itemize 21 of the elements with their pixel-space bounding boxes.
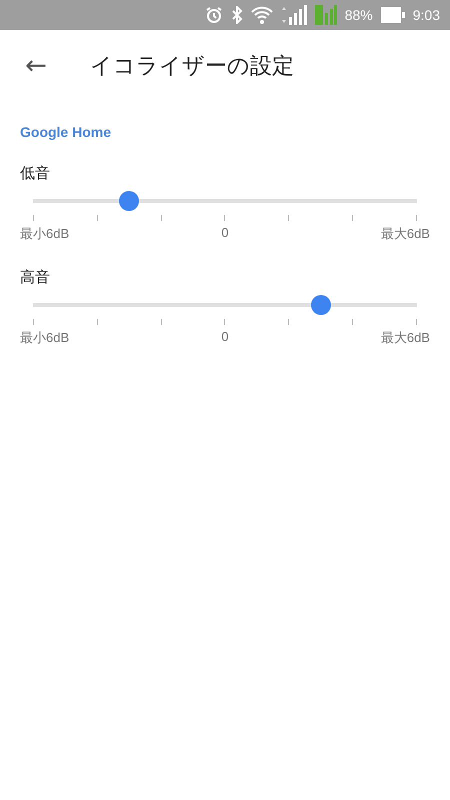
- slider-thumb[interactable]: [119, 191, 139, 211]
- scale-label: 0: [221, 329, 229, 346]
- back-button[interactable]: ←: [22, 53, 50, 79]
- scale-label: 最大6dB: [380, 329, 430, 347]
- signal-icon: [314, 5, 337, 25]
- section-heading: Google Home: [20, 124, 112, 140]
- battery-icon: [380, 7, 405, 23]
- scale-label: 最大6dB: [380, 225, 430, 243]
- scale-label: 最小6dB: [20, 225, 70, 243]
- slider-thumb[interactable]: [311, 295, 331, 315]
- wifi-icon: [250, 6, 273, 24]
- slider-label: 高音: [20, 268, 50, 287]
- battery-percent: 88%: [344, 7, 373, 23]
- signal-icon: [280, 5, 307, 25]
- slider-label: 低音: [20, 164, 50, 183]
- alarm-clock-icon: [204, 6, 223, 24]
- scale-label: 0: [221, 225, 229, 242]
- page-title: イコライザーの設定: [90, 53, 294, 81]
- clock: 9:03: [412, 7, 440, 23]
- bluetooth-icon: [230, 6, 243, 24]
- scale-label: 最小6dB: [20, 329, 70, 347]
